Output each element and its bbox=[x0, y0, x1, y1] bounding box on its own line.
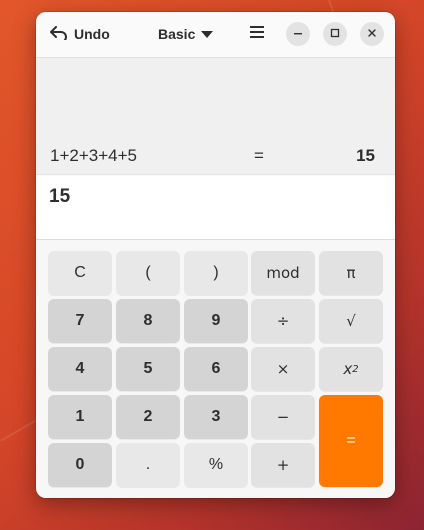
open-paren-button[interactable]: ( bbox=[116, 251, 180, 295]
digit-7-button[interactable]: 7 bbox=[48, 299, 112, 343]
maximize-button[interactable] bbox=[323, 22, 347, 46]
percent-button[interactable]: % bbox=[184, 443, 248, 487]
undo-icon bbox=[50, 25, 68, 43]
subtract-button[interactable]: − bbox=[251, 395, 315, 439]
mode-label: Basic bbox=[158, 26, 196, 42]
digit-6-button[interactable]: 6 bbox=[184, 347, 248, 391]
add-button[interactable]: + bbox=[251, 443, 315, 487]
digit-1-button[interactable]: 1 bbox=[48, 395, 112, 439]
entry-value: 15 bbox=[49, 186, 71, 207]
decimal-button[interactable]: . bbox=[116, 443, 180, 487]
close-icon bbox=[367, 25, 377, 43]
calculator-window: Undo Basic 1+2+3+4+5 = 15 15 C () mod π… bbox=[36, 12, 395, 498]
undo-button[interactable]: Undo bbox=[42, 19, 118, 49]
pi-button[interactable]: π bbox=[319, 251, 383, 295]
minimize-icon bbox=[293, 25, 303, 43]
square-base: x bbox=[343, 360, 353, 378]
history-result[interactable]: 15 bbox=[356, 146, 375, 166]
digit-3-button[interactable]: 3 bbox=[184, 395, 248, 439]
dropdown-arrow-icon bbox=[201, 26, 214, 42]
mode-selector-button[interactable]: Basic bbox=[150, 19, 221, 49]
hamburger-menu-icon bbox=[249, 25, 265, 44]
digit-2-button[interactable]: 2 bbox=[116, 395, 180, 439]
digit-9-button[interactable]: 9 bbox=[184, 299, 248, 343]
digit-8-button[interactable]: 8 bbox=[116, 299, 180, 343]
square-button[interactable]: x2 bbox=[319, 347, 383, 391]
digit-0-button[interactable]: 0 bbox=[48, 443, 112, 487]
undo-label: Undo bbox=[74, 26, 110, 42]
close-paren-button[interactable]: ) bbox=[184, 251, 248, 295]
keypad: C ( ) mod π 7 8 9 ÷ √ 4 5 6 × x2 1 2 3 −… bbox=[36, 240, 395, 498]
maximize-icon bbox=[330, 25, 340, 43]
header-bar: Undo Basic bbox=[36, 12, 395, 58]
close-button[interactable] bbox=[360, 22, 384, 46]
history-panel: 1+2+3+4+5 = 15 bbox=[36, 58, 395, 175]
square-exponent: 2 bbox=[352, 363, 359, 375]
mod-button[interactable]: mod bbox=[251, 251, 315, 295]
display-entry[interactable]: 15 bbox=[36, 176, 395, 240]
minimize-button[interactable] bbox=[286, 22, 310, 46]
digit-5-button[interactable]: 5 bbox=[116, 347, 180, 391]
divide-button[interactable]: ÷ bbox=[251, 299, 315, 343]
equals-button[interactable]: = bbox=[319, 395, 383, 487]
clear-button[interactable]: C bbox=[48, 251, 112, 295]
history-equals-sign: = bbox=[254, 146, 264, 165]
history-expression[interactable]: 1+2+3+4+5 bbox=[50, 146, 137, 166]
main-menu-button[interactable] bbox=[242, 19, 272, 49]
digit-4-button[interactable]: 4 bbox=[48, 347, 112, 391]
multiply-button[interactable]: × bbox=[251, 347, 315, 391]
square-root-button[interactable]: √ bbox=[319, 299, 383, 343]
